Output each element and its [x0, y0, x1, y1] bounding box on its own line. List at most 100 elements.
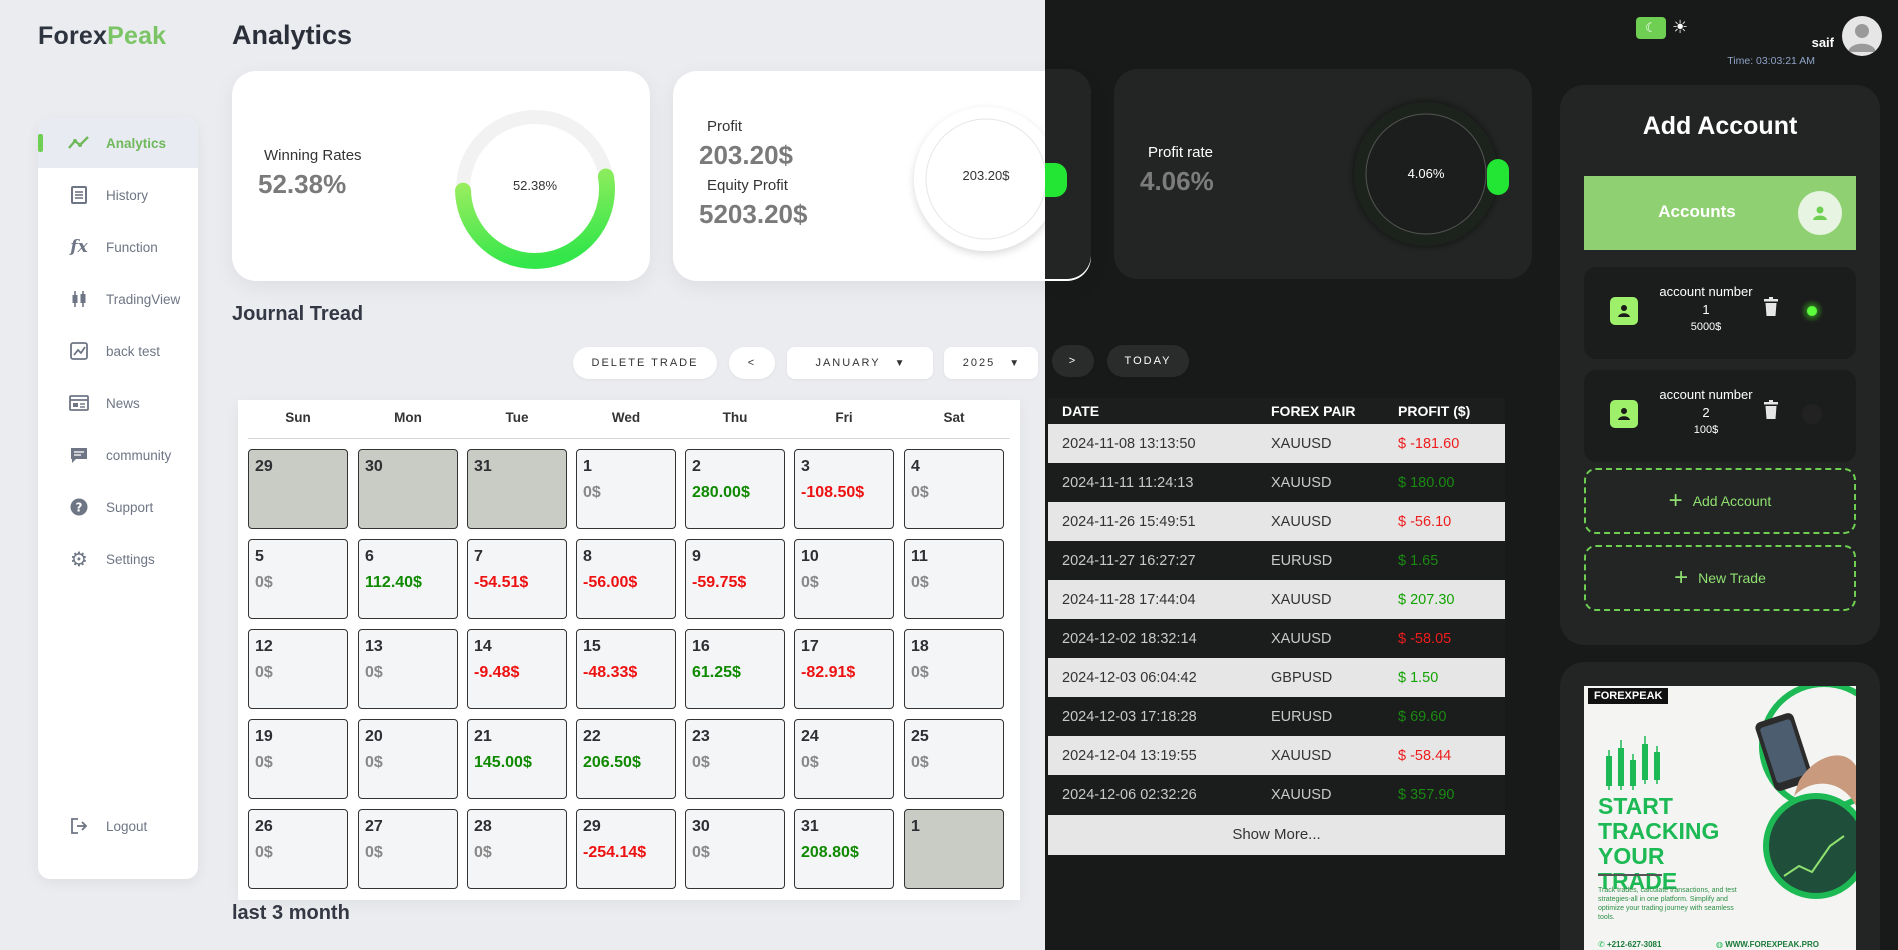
sidebar-item-label: Analytics [106, 135, 167, 151]
day-number: 9 [692, 548, 701, 565]
account-radio[interactable] [1802, 404, 1822, 424]
sidebar-item-label: back test [106, 343, 161, 359]
day-number: 28 [474, 818, 492, 835]
sun-icon[interactable]: ☀ [1672, 17, 1688, 38]
avatar[interactable] [1842, 16, 1882, 56]
calendar-day[interactable]: 26 0$ [248, 809, 348, 889]
table-row[interactable]: 2024-11-27 16:27:27 EURUSD $ 1.65 [1048, 541, 1505, 580]
weekday-header: Fri [835, 410, 853, 425]
day-profit: 0$ [255, 754, 273, 771]
table-row[interactable]: 2024-12-03 06:04:42 GBPUSD $ 1.50 [1048, 658, 1505, 697]
trash-icon[interactable] [1763, 400, 1779, 425]
calendar-day[interactable]: 6 112.40$ [358, 539, 458, 619]
logout-button[interactable]: Logout [38, 801, 198, 851]
calendar-day[interactable]: 5 0$ [248, 539, 348, 619]
logo-part-peak: Peak [107, 22, 167, 50]
table-row[interactable]: 2024-11-11 11:24:13 XAUUSD $ 180.00 [1048, 463, 1505, 502]
trade-pair: XAUUSD [1271, 786, 1332, 803]
sidebar-item-support[interactable]: ? Support [38, 482, 198, 532]
calendar-day[interactable]: 29 [248, 449, 348, 529]
day-number: 1 [583, 458, 592, 475]
table-row[interactable]: 2024-12-06 02:32:26 XAUUSD $ 357.90 [1048, 775, 1505, 814]
sidebar: Analytics History fx Function TradingVie… [38, 118, 198, 879]
account-item-2[interactable]: account number 2 100$ [1584, 370, 1856, 462]
active-account-radio[interactable] [1802, 301, 1822, 321]
prev-month-button[interactable]: < [729, 347, 775, 379]
year-select[interactable]: 2025 ▼ [944, 347, 1038, 379]
calendar-day[interactable]: 31 [467, 449, 567, 529]
sidebar-item-news[interactable]: News [38, 378, 198, 428]
new-trade-button[interactable]: + New Trade [1584, 545, 1856, 611]
calendar-day[interactable]: 31 208.80$ [794, 809, 894, 889]
profit-card: Profit 203.20$ Equity Profit 5203.20$ 20… [673, 71, 1091, 281]
equity-profit-label: Equity Profit [707, 177, 788, 194]
account-item-1[interactable]: account number 1 5000$ [1584, 267, 1856, 359]
calendar-day[interactable]: 21 145.00$ [467, 719, 567, 799]
calendar-day[interactable]: 14 -9.48$ [467, 629, 567, 709]
table-row[interactable]: 2024-12-02 18:32:14 XAUUSD $ -58.05 [1048, 619, 1505, 658]
calendar-day[interactable]: 25 0$ [904, 719, 1004, 799]
calendar-day[interactable]: 30 [358, 449, 458, 529]
calendar-day[interactable]: 29 -254.14$ [576, 809, 676, 889]
delete-trade-button[interactable]: DELETE TRADE [573, 347, 717, 379]
calendar-day[interactable]: 30 0$ [685, 809, 785, 889]
calendar-day[interactable]: 17 -82.91$ [794, 629, 894, 709]
trade-profit: $ -58.05 [1398, 630, 1452, 647]
calendar-day[interactable]: 28 0$ [467, 809, 567, 889]
calendar-day[interactable]: 13 0$ [358, 629, 458, 709]
sidebar-item-function[interactable]: fx Function [38, 222, 198, 272]
calendar-day[interactable]: 27 0$ [358, 809, 458, 889]
calendar-day[interactable]: 15 -48.33$ [576, 629, 676, 709]
month-select[interactable]: JANUARY ▼ [787, 347, 933, 379]
theme-toggle[interactable]: ☾ [1636, 17, 1666, 39]
promo-banner[interactable]: FOREXPEAK START TRACKING YOUR TRADE Trac… [1584, 686, 1856, 950]
calendar-day[interactable]: 16 61.25$ [685, 629, 785, 709]
calendar-day[interactable]: 12 0$ [248, 629, 348, 709]
app-logo[interactable]: ForexPeak [38, 22, 166, 51]
calendar-day[interactable]: 9 -59.75$ [685, 539, 785, 619]
trash-icon[interactable] [1763, 297, 1779, 322]
trade-date: 2024-11-26 15:49:51 [1062, 513, 1196, 530]
today-button[interactable]: TODAY [1107, 345, 1189, 377]
sidebar-item-backtest[interactable]: back test [38, 326, 198, 376]
calendar-day[interactable]: 11 0$ [904, 539, 1004, 619]
trade-pair: XAUUSD [1271, 747, 1332, 764]
calendar-day[interactable]: 2 280.00$ [685, 449, 785, 529]
calendar-day[interactable]: 23 0$ [685, 719, 785, 799]
next-month-button[interactable]: > [1052, 345, 1094, 377]
weekday-header: Thu [722, 410, 748, 425]
calendar-day[interactable]: 24 0$ [794, 719, 894, 799]
calendar-day[interactable]: 22 206.50$ [576, 719, 676, 799]
calendar-day[interactable]: 18 0$ [904, 629, 1004, 709]
logout-label: Logout [106, 818, 148, 834]
trade-date: 2024-11-28 17:44:04 [1062, 591, 1196, 608]
equity-profit-value: 5203.20$ [699, 199, 808, 229]
calendar-day[interactable]: 3 -108.50$ [794, 449, 894, 529]
accounts-banner[interactable]: Accounts [1584, 176, 1856, 250]
analytics-icon [68, 132, 90, 154]
table-row[interactable]: 2024-11-28 17:44:04 XAUUSD $ 207.30 [1048, 580, 1505, 619]
table-row[interactable]: 2024-12-04 13:19:55 XAUUSD $ -58.44 [1048, 736, 1505, 775]
sidebar-item-community[interactable]: community [38, 430, 198, 480]
calendar-day[interactable]: 1 [904, 809, 1004, 889]
table-body: 2024-11-08 13:13:50 XAUUSD $ -181.60 2024-1… [1048, 424, 1505, 814]
calendar-day[interactable]: 1 0$ [576, 449, 676, 529]
calendar-day[interactable]: 10 0$ [794, 539, 894, 619]
calendar-day[interactable]: 19 0$ [248, 719, 348, 799]
calendar-day[interactable]: 7 -54.51$ [467, 539, 567, 619]
day-number: 10 [801, 548, 819, 565]
table-row[interactable]: 2024-11-26 15:49:51 XAUUSD $ -56.10 [1048, 502, 1505, 541]
calendar-day[interactable]: 8 -56.00$ [576, 539, 676, 619]
table-row[interactable]: 2024-11-08 13:13:50 XAUUSD $ -181.60 [1048, 424, 1505, 463]
sidebar-item-history[interactable]: History [38, 170, 198, 220]
moon-icon: ☾ [1645, 20, 1657, 35]
sidebar-item-tradingview[interactable]: TradingView [38, 274, 198, 324]
table-row[interactable]: 2024-12-03 17:18:28 EURUSD $ 69.60 [1048, 697, 1505, 736]
show-more-button[interactable]: Show More... [1048, 815, 1505, 855]
sidebar-item-analytics[interactable]: Analytics [38, 118, 198, 168]
sidebar-item-settings[interactable]: ⚙ Settings [38, 534, 198, 584]
add-account-button[interactable]: + Add Account [1584, 468, 1856, 534]
calendar-day[interactable]: 4 0$ [904, 449, 1004, 529]
calendar-day[interactable]: 20 0$ [358, 719, 458, 799]
day-profit: 0$ [692, 754, 710, 771]
